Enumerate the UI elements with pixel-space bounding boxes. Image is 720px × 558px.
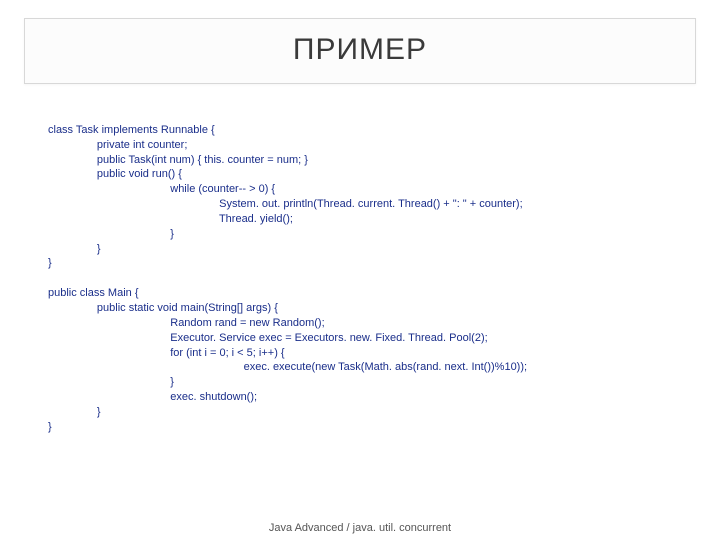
code-line: Executor. Service exec = Executors. new.… [48,332,488,344]
code-line: public static void main(String[] args) { [48,302,278,314]
code-line: class Task implements Runnable { [48,124,215,136]
code-line: Thread. yield(); [48,213,293,225]
code-line: for (int i = 0; i < 5; i++) { [48,347,285,359]
code-line: public class Main { [48,287,139,299]
slide-title: ПРИМЕР [25,33,695,67]
slide-title-bar: ПРИМЕР [24,18,696,84]
code-line: System. out. println(Thread. current. Th… [48,198,523,210]
code-line: Random rand = new Random(); [48,317,325,329]
code-line: } [48,257,52,269]
code-line: public Task(int num) { this. counter = n… [48,154,308,166]
code-line: public void run() { [48,168,182,180]
slide-footer: Java Advanced / java. util. concurrent [0,522,720,534]
code-line: private int counter; [48,139,187,151]
code-line: } [48,376,174,388]
code-line: exec. shutdown(); [48,391,257,403]
code-line: } [48,406,101,418]
code-line: } [48,243,101,255]
code-example: class Task implements Runnable { private… [48,108,720,435]
code-line: } [48,421,52,433]
code-line: while (counter-- > 0) { [48,183,275,195]
code-line: exec. execute(new Task(Math. abs(rand. n… [48,361,527,373]
code-line: } [48,228,174,240]
